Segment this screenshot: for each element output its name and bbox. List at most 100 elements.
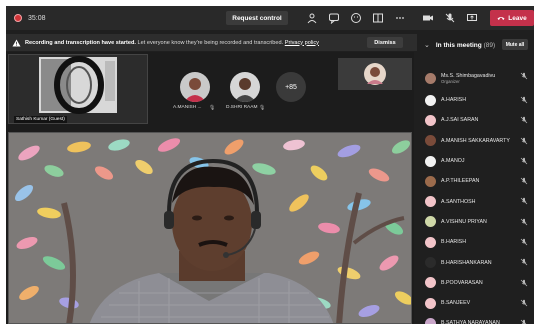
participant-name: A.VISHNU PRIYAN <box>441 218 487 225</box>
mic-muted-icon <box>520 238 528 246</box>
participant-text: A.J.SAI SARAN <box>441 117 478 123</box>
participant-list-item[interactable]: B.HARISH <box>418 232 534 252</box>
participant-text: B.SATHYA NARAYANAN <box>441 320 500 324</box>
participant-name: A.J.SAI SARAN <box>441 117 479 124</box>
participant-name: A.SANTHOSH <box>441 198 476 205</box>
participant-text: B.SANJEEV <box>441 300 470 306</box>
mute-all-button[interactable]: Mute all <box>502 39 528 50</box>
participant-text: A.VISHNU PRIYAN <box>441 219 487 225</box>
mic-muted-icon <box>520 117 528 124</box>
participant-name: B.POOVARASAN <box>441 279 483 286</box>
speaker-video-frame <box>9 133 411 323</box>
participant-count: (89) <box>483 41 496 49</box>
participant-tile-label: A.MANISH ... <box>173 105 202 110</box>
participant-list-item[interactable]: B.POOVARASAN <box>418 273 534 293</box>
participant-avatar <box>425 72 436 84</box>
more-participants-button[interactable]: +85 <box>276 72 306 102</box>
recording-indicator-icon <box>14 14 22 22</box>
participant-list-item[interactable]: A.HARISH <box>418 90 534 110</box>
dismiss-button[interactable]: Dismiss <box>367 37 403 48</box>
participant-text: B.POOVARASAN <box>441 280 483 286</box>
participant-avatar <box>425 114 436 126</box>
mic-muted-icon <box>520 279 528 286</box>
participant-avatar <box>425 277 436 289</box>
shared-screen-image <box>9 55 147 123</box>
request-control-button[interactable]: Request control <box>226 11 288 25</box>
participant-avatar <box>425 317 436 324</box>
participant-name: B.HARISH <box>441 239 467 246</box>
reactions-icon[interactable] <box>350 12 362 24</box>
participant-list-item[interactable]: A.J.SAI SARAN <box>418 110 534 130</box>
teams-meeting-window: 35:08 Request control Leave Recording an… <box>6 6 534 324</box>
banner-bold-text: Recording and transcription have started… <box>25 39 136 46</box>
warning-icon <box>12 39 21 46</box>
participant-tile-avatar[interactable] <box>180 72 210 102</box>
participant-avatar <box>425 216 436 228</box>
recording-banner: Recording and transcription have started… <box>6 34 417 51</box>
phone-hangup-icon <box>497 17 505 20</box>
participant-list-item[interactable]: B.SATHYA NARAYANAN <box>418 313 534 324</box>
privacy-policy-link[interactable]: Privacy policy <box>285 40 319 46</box>
mic-muted-icon <box>520 299 528 307</box>
share-screen-icon[interactable] <box>466 12 478 24</box>
more-options-icon[interactable] <box>394 12 406 24</box>
meeting-stage: Sathish Kumar (Guest) A.MANISH ... 🎙 D.S… <box>6 52 414 324</box>
participant-avatar <box>425 135 436 147</box>
banner-body-text: Let everyone know they're being recorded… <box>137 39 284 46</box>
mic-muted-icon <box>520 320 527 324</box>
mic-off-icon: 🎙 <box>209 105 216 111</box>
mic-muted-icon <box>520 198 528 205</box>
banner-message: Recording and transcription have started… <box>25 40 319 46</box>
participant-avatar <box>425 297 436 309</box>
mic-off-icon: 🎙 <box>259 105 266 111</box>
participant-text: A.MANISH SAKKARAVARTY <box>441 138 510 144</box>
participant-avatar <box>425 196 436 208</box>
participant-list-item[interactable]: A.P.THILEEPAN <box>418 171 534 191</box>
mic-muted-icon <box>520 259 528 266</box>
participant-list-item[interactable]: Ms.S. Shimbagavadivu Organizer <box>418 66 534 90</box>
participant-role: Organizer <box>441 78 460 84</box>
meeting-timer: 35:08 <box>28 14 46 22</box>
participant-name: A.HARISH <box>441 97 467 104</box>
participant-avatar <box>425 236 436 248</box>
shared-screen-thumbnail[interactable]: Sathish Kumar (Guest) <box>8 54 148 124</box>
camera-icon[interactable] <box>422 12 434 24</box>
mic-muted-icon <box>520 177 528 185</box>
microphone-muted-icon[interactable] <box>444 12 456 24</box>
participant-name: B.SATHYA NARAYANAN <box>441 320 500 324</box>
in-meeting-heading[interactable]: In this meeting (89) <box>436 42 495 49</box>
meeting-toolbar: 35:08 Request control Leave <box>6 6 534 30</box>
participant-name: A.P.THILEEPAN <box>441 178 480 185</box>
in-meeting-title: In this meeting <box>435 41 482 49</box>
main-speaker-video[interactable] <box>8 132 412 324</box>
people-icon[interactable] <box>306 12 318 24</box>
rooms-icon[interactable] <box>372 12 384 24</box>
participant-name: A.MANISH SAKKARAVARTY <box>441 137 510 144</box>
chevron-down-icon[interactable]: ⌄ <box>424 41 430 49</box>
participant-text: A.MANOJ <box>441 158 465 164</box>
mic-muted-icon <box>520 157 528 165</box>
participant-list: Ms.S. Shimbagavadivu Organizer A.HARISH A.J… <box>418 66 534 324</box>
participant-avatar <box>425 257 436 269</box>
participant-text: A.HARISH <box>441 97 466 103</box>
participants-panel-header: ⌄ In this meeting (89) Mute all <box>418 38 534 52</box>
participant-avatar <box>425 175 436 187</box>
chat-icon[interactable] <box>328 12 340 25</box>
participant-list-item[interactable]: A.MANOJ <box>418 151 534 171</box>
leave-label: Leave <box>508 14 527 22</box>
participant-tile-avatar[interactable] <box>230 72 260 102</box>
mic-muted-icon <box>520 218 528 226</box>
participant-avatar <box>425 94 436 106</box>
participant-text: A.P.THILEEPAN <box>441 178 479 184</box>
participant-list-item[interactable]: B.HARISHANKARAN <box>418 252 534 272</box>
participant-text: Ms.S. Shimbagavadivu Organizer <box>441 73 495 84</box>
participant-list-item[interactable]: A.MANISH SAKKARAVARTY <box>418 131 534 151</box>
self-view-tile[interactable] <box>338 58 412 90</box>
participant-list-item[interactable]: A.VISHNU PRIYAN <box>418 212 534 232</box>
share-presenter-name: Sathish Kumar (Guest) <box>14 116 67 123</box>
participant-list-item[interactable]: A.SANTHOSH <box>418 191 534 211</box>
leave-button[interactable]: Leave <box>490 10 534 26</box>
participant-list-item[interactable]: B.SANJEEV <box>418 293 534 313</box>
participant-name: B.SANJEEV <box>441 300 471 307</box>
participant-tile-label: D.SHRI RAAM <box>226 105 258 110</box>
